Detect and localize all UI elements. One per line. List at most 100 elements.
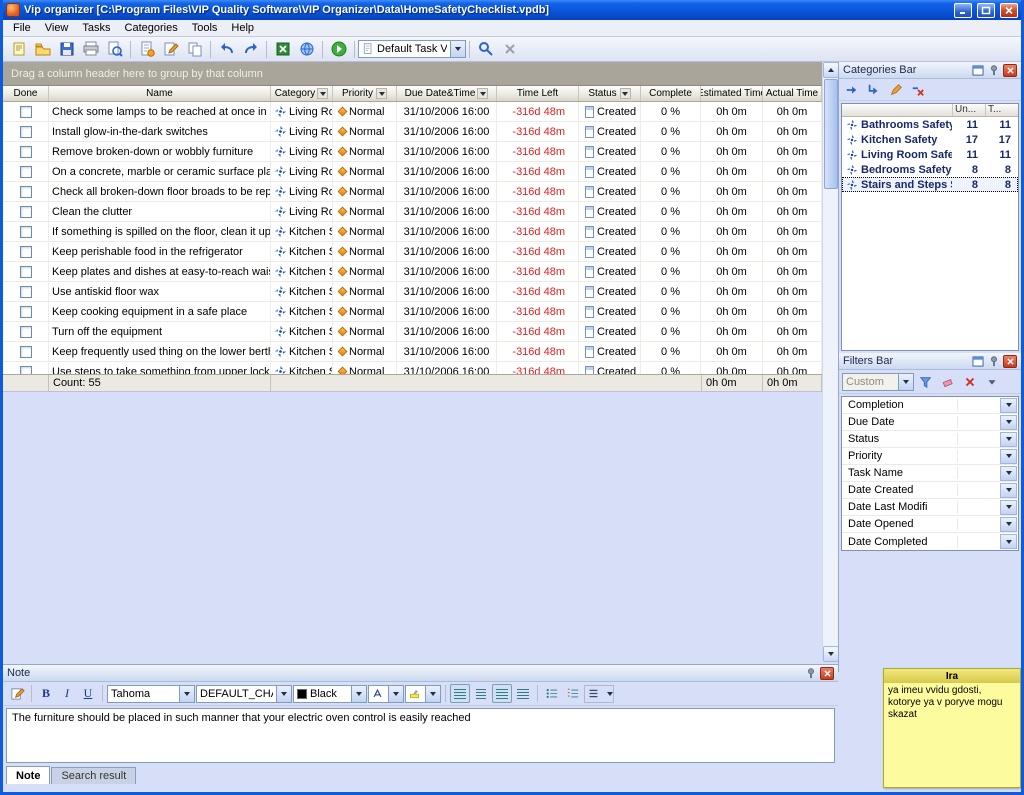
filter-menu-button[interactable] xyxy=(982,373,1002,391)
charset-dropdown-icon[interactable] xyxy=(276,686,291,702)
redo-button[interactable] xyxy=(239,39,262,60)
task-checkbox[interactable] xyxy=(20,166,32,178)
tab-note[interactable]: Note xyxy=(6,766,50,784)
column-header-estimated[interactable]: Estimated Time xyxy=(701,86,763,101)
print-preview-button[interactable] xyxy=(103,39,126,60)
task-checkbox[interactable] xyxy=(20,366,32,375)
highlight-dropdown-icon[interactable] xyxy=(425,686,440,702)
bullet-list-button[interactable] xyxy=(542,684,562,703)
task-checkbox[interactable] xyxy=(20,306,32,318)
filters-bar-header[interactable]: Filters Bar xyxy=(839,353,1021,370)
menu-item-categories[interactable]: Categories xyxy=(118,21,185,35)
menu-item-view[interactable]: View xyxy=(38,21,76,35)
column-header-status[interactable]: Status xyxy=(579,86,641,101)
task-row[interactable]: Clean the clutterLiving RoorNormal31/10/… xyxy=(3,202,822,222)
color-combo[interactable]: Black xyxy=(293,685,367,703)
column-filter-icon[interactable] xyxy=(376,88,387,99)
align-justify-button[interactable] xyxy=(513,684,533,703)
filter-row-date-opened[interactable]: Date Opened xyxy=(842,516,1018,533)
go-button[interactable] xyxy=(327,39,350,60)
task-row[interactable]: Install glow-in-the-dark switchesLiving … xyxy=(3,122,822,142)
task-row[interactable]: If something is spilled on the floor, cl… xyxy=(3,222,822,242)
task-checkbox[interactable] xyxy=(20,326,32,338)
italic-button[interactable]: I xyxy=(57,684,77,703)
task-checkbox[interactable] xyxy=(20,246,32,258)
task-checkbox[interactable] xyxy=(20,146,32,158)
category-item[interactable]: Bathrooms Safety1111 xyxy=(842,117,1018,132)
task-row[interactable]: Check all broken-down floor broads to be… xyxy=(3,182,822,202)
filter-row-priority[interactable]: Priority xyxy=(842,448,1018,465)
filter-dropdown-icon[interactable] xyxy=(1000,483,1017,498)
task-row[interactable]: On a concrete, marble or ceramic surface… xyxy=(3,162,822,182)
task-checkbox[interactable] xyxy=(20,206,32,218)
apply-filter-button[interactable] xyxy=(916,373,936,391)
category-item[interactable]: Stairs and Steps Safe88 xyxy=(842,177,1018,192)
print-button[interactable] xyxy=(79,39,102,60)
clone-task-button[interactable] xyxy=(183,39,206,60)
clear-button[interactable] xyxy=(498,39,521,60)
task-checkbox[interactable] xyxy=(20,186,32,198)
menu-item-file[interactable]: File xyxy=(6,21,38,35)
sticky-note-title[interactable]: Ira xyxy=(884,669,1020,683)
title-bar[interactable]: Vip organizer [C:\Program Files\VIP Qual… xyxy=(3,0,1021,20)
filter-row-task-name[interactable]: Task Name xyxy=(842,465,1018,482)
column-header-done[interactable]: Done xyxy=(3,86,49,101)
scroll-up-icon[interactable] xyxy=(823,62,839,78)
font-dropdown-icon[interactable] xyxy=(179,686,194,702)
charset-combo[interactable]: DEFAULT_CHAR xyxy=(196,685,292,703)
filters-close-icon[interactable] xyxy=(1003,355,1017,368)
filter-dropdown-icon[interactable] xyxy=(1000,466,1017,481)
category-item[interactable]: Kitchen Safety1717 xyxy=(842,132,1018,147)
task-row[interactable]: Keep cooking equipment in a safe placeKi… xyxy=(3,302,822,322)
new-task-button[interactable] xyxy=(135,39,158,60)
category-item[interactable]: Bedrooms Safety88 xyxy=(842,162,1018,177)
add-subcategory-button[interactable] xyxy=(864,81,884,99)
task-type-combo[interactable]: Default Task V xyxy=(358,40,466,58)
task-checkbox[interactable] xyxy=(20,266,32,278)
customize-button[interactable] xyxy=(474,39,497,60)
filters-window-icon[interactable] xyxy=(971,355,985,368)
categories-total-column[interactable]: T... xyxy=(985,104,1018,116)
categories-name-column[interactable] xyxy=(842,104,952,116)
format-menu-dropdown-icon[interactable] xyxy=(602,686,617,702)
menu-item-tools[interactable]: Tools xyxy=(185,21,225,35)
column-header-name[interactable]: Name xyxy=(49,86,271,101)
task-type-dropdown-icon[interactable] xyxy=(450,41,465,57)
task-row[interactable]: Keep perishable food in the refrigerator… xyxy=(3,242,822,262)
color-dropdown-icon[interactable] xyxy=(351,686,366,702)
task-checkbox[interactable] xyxy=(20,286,32,298)
task-row[interactable]: Use steps to take something from upper l… xyxy=(3,362,822,374)
format-menu-combo[interactable] xyxy=(584,685,614,703)
categories-close-icon[interactable] xyxy=(1003,64,1017,77)
vertical-scrollbar[interactable] xyxy=(822,62,838,662)
filters-pin-icon[interactable] xyxy=(987,355,1001,368)
categories-window-icon[interactable] xyxy=(971,64,985,77)
align-left-button[interactable] xyxy=(450,684,470,703)
column-header-complete[interactable]: Complete xyxy=(641,86,701,101)
filter-dropdown-icon[interactable] xyxy=(1000,517,1017,532)
tab-search-result[interactable]: Search result xyxy=(51,767,136,784)
filter-row-date-created[interactable]: Date Created xyxy=(842,482,1018,499)
pin-icon[interactable] xyxy=(804,667,818,680)
scroll-track[interactable] xyxy=(823,190,838,646)
numbered-list-button[interactable] xyxy=(563,684,583,703)
task-row[interactable]: Turn off the equipmentKitchen SafNormal3… xyxy=(3,322,822,342)
new-note-button[interactable] xyxy=(7,39,30,60)
filter-dropdown-icon[interactable] xyxy=(1000,432,1017,447)
note-text-editor[interactable]: The furniture should be placed in such m… xyxy=(6,708,835,763)
column-filter-icon[interactable] xyxy=(477,88,488,99)
maximize-button[interactable] xyxy=(977,3,995,18)
filter-row-completion[interactable]: Completion xyxy=(842,397,1018,414)
column-header-actual[interactable]: Actual Time xyxy=(763,86,822,101)
filter-row-date-completed[interactable]: Date Completed xyxy=(842,533,1018,550)
scroll-down-icon[interactable] xyxy=(823,646,839,662)
font-size-combo[interactable] xyxy=(368,685,404,703)
task-row[interactable]: Use antiskid floor waxKitchen SafNormal3… xyxy=(3,282,822,302)
font-size-dropdown-icon[interactable] xyxy=(388,686,403,702)
group-by-hint[interactable]: Drag a column header here to group by th… xyxy=(3,62,838,86)
edit-category-button[interactable] xyxy=(886,81,906,99)
filter-row-status[interactable]: Status xyxy=(842,431,1018,448)
menu-item-tasks[interactable]: Tasks xyxy=(75,21,117,35)
highlight-combo[interactable] xyxy=(405,685,441,703)
filter-row-due-date[interactable]: Due Date xyxy=(842,414,1018,431)
